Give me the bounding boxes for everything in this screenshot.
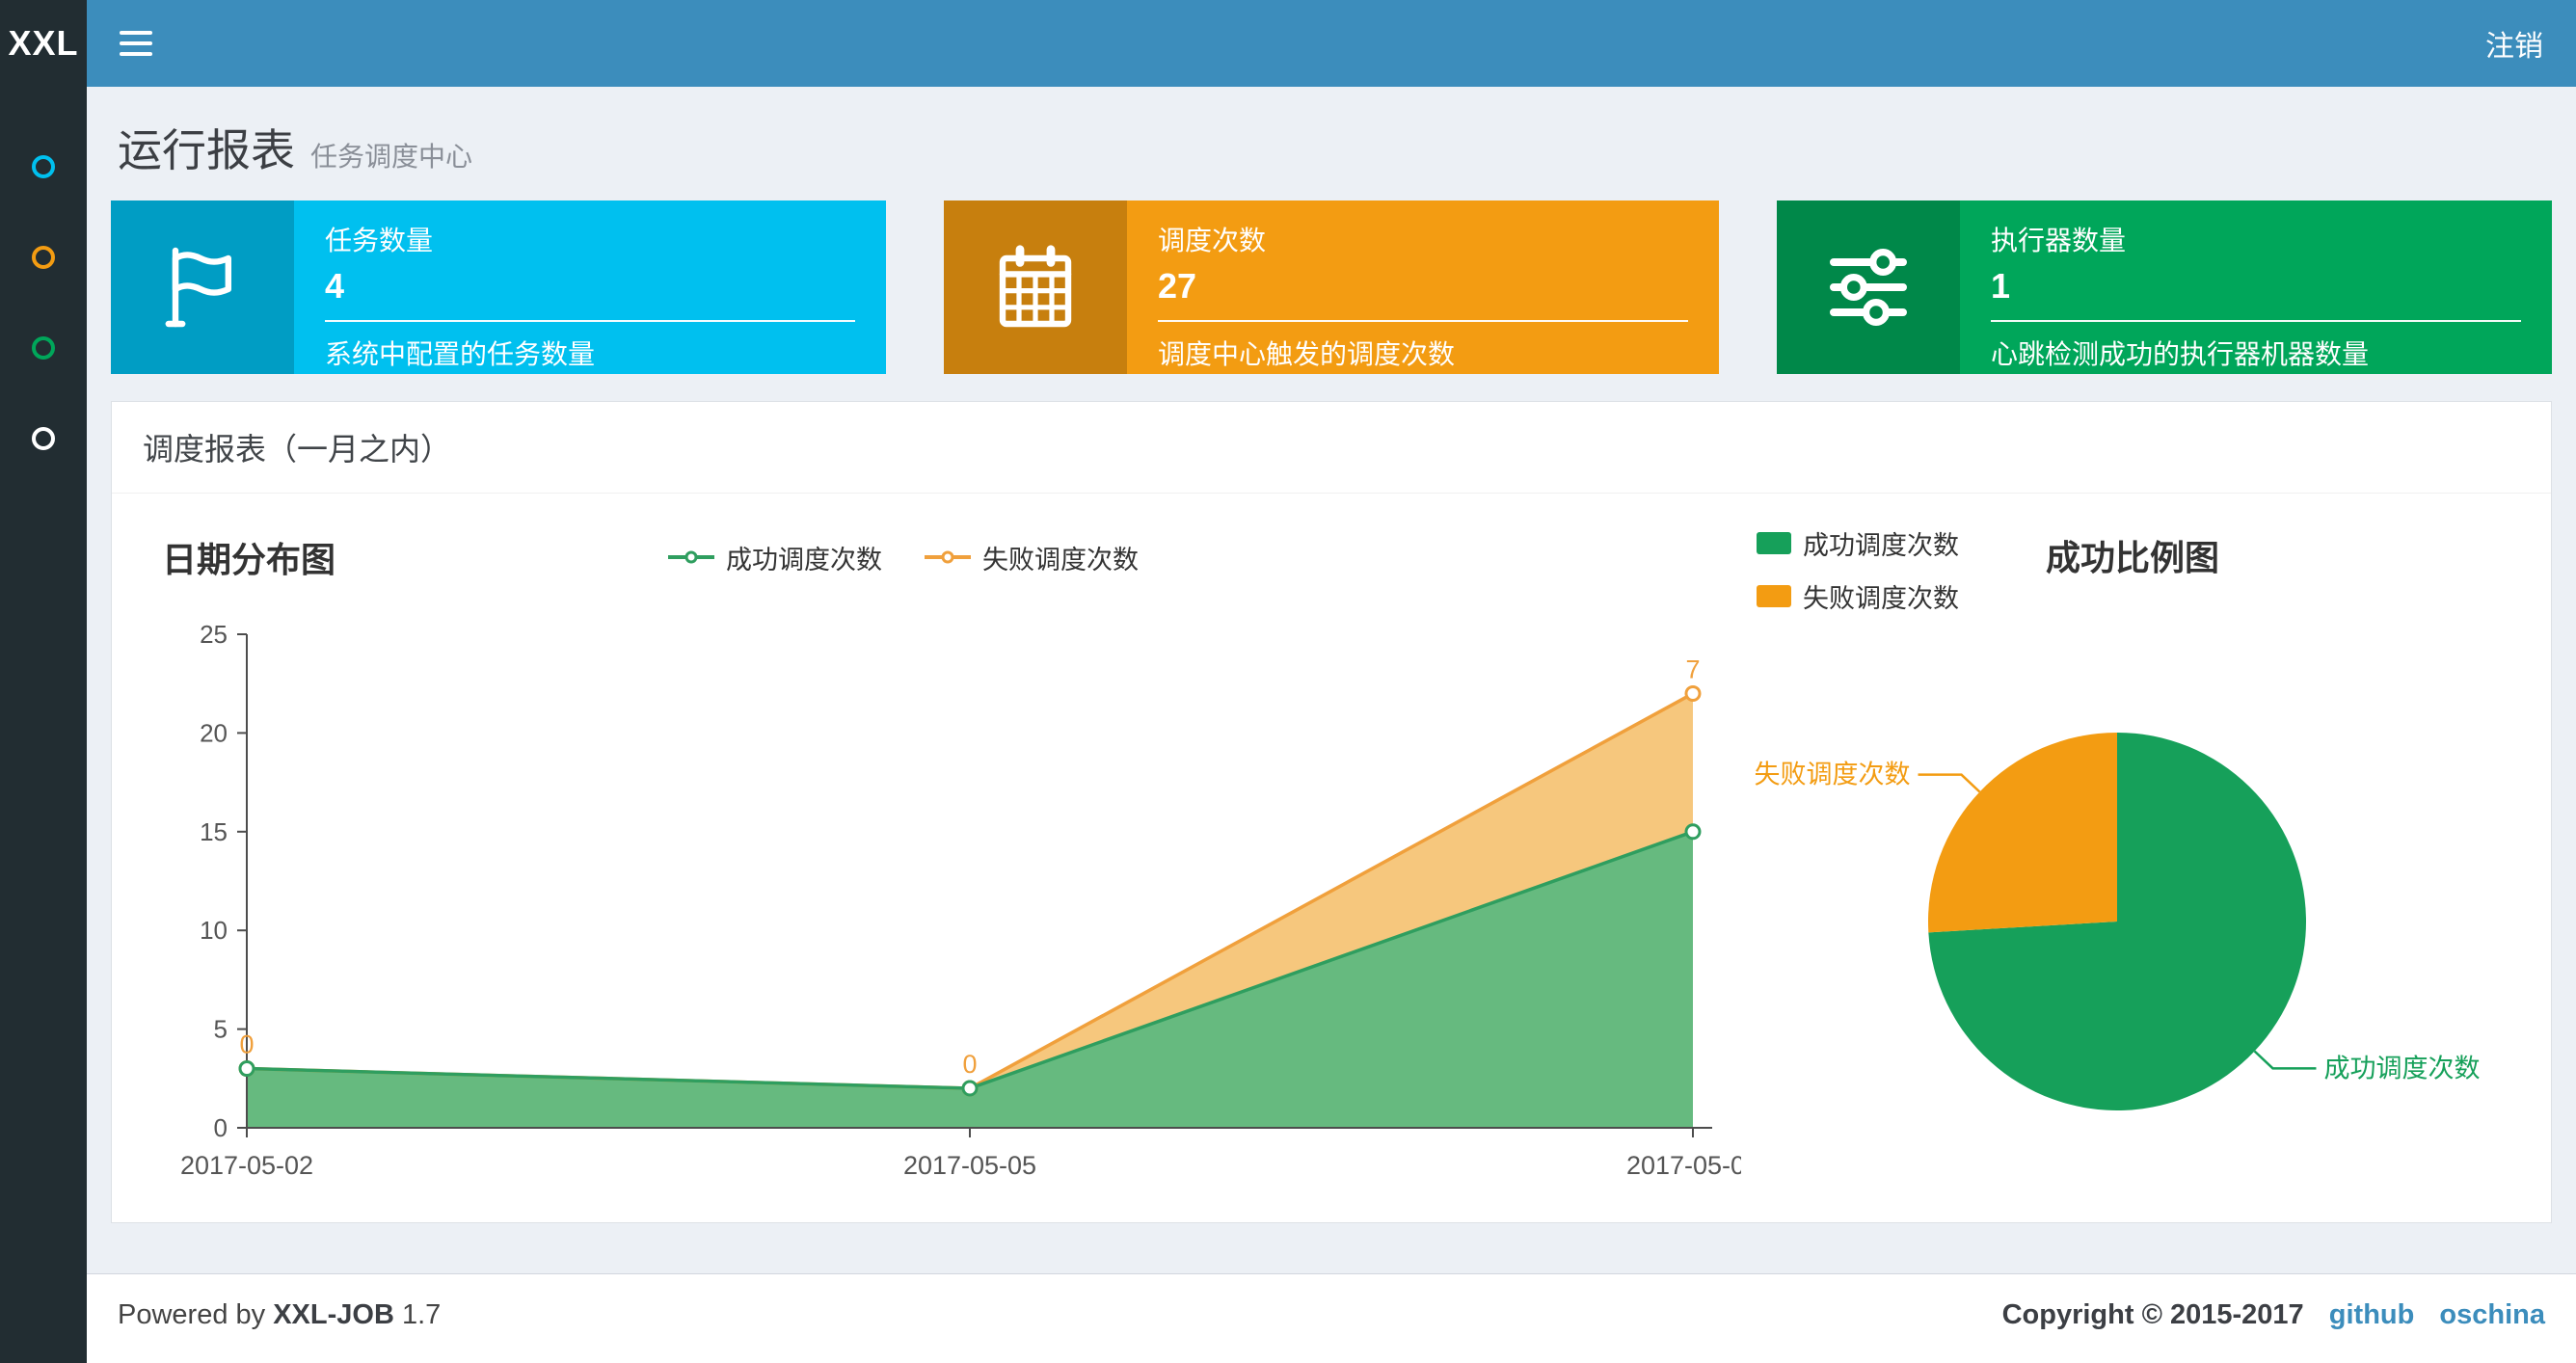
svg-text:0: 0 — [239, 1030, 254, 1059]
sidebar-item-2[interactable] — [0, 212, 87, 303]
copyright-text: Copyright © 2015-2017 — [2001, 1299, 2304, 1330]
sidebar-item-1[interactable] — [0, 121, 87, 212]
swatch-icon — [1757, 585, 1791, 607]
line-marker-icon — [925, 548, 971, 567]
stat-card-triggers: 调度次数 27 调度中心触发的调度次数 — [944, 200, 1719, 374]
svg-text:15: 15 — [200, 817, 228, 846]
top-navbar: XXL 注销 — [0, 0, 2576, 87]
card-value: 1 — [1991, 266, 2011, 306]
circle-icon — [32, 336, 55, 360]
svg-text:0: 0 — [214, 1113, 228, 1142]
svg-text:5: 5 — [214, 1015, 228, 1044]
svg-text:20: 20 — [200, 718, 228, 747]
logout-link[interactable]: 注销 — [2485, 22, 2543, 65]
svg-text:25: 25 — [200, 620, 228, 649]
svg-text:10: 10 — [200, 916, 228, 945]
svg-text:2017-05-02: 2017-05-02 — [180, 1151, 313, 1180]
powered-by-text: Powered by XXL-JOB 1.7 — [118, 1299, 442, 1330]
legend-label: 失败调度次数 — [1803, 584, 1959, 613]
svg-text:2017-05-08: 2017-05-08 — [1626, 1151, 1741, 1180]
card-description: 调度中心触发的调度次数 — [1158, 339, 1456, 369]
legend-item-success[interactable]: 成功调度次数 — [668, 539, 882, 576]
line-chart-legend: 成功调度次数 失败调度次数 — [668, 539, 1139, 576]
sliders-icon — [1777, 200, 1960, 374]
card-title: 任务数量 — [325, 226, 434, 255]
stat-cards-row: 任务数量 4 系统中配置的任务数量 调度次数 27 调度中心触发的调度次数 执行… — [87, 200, 2576, 374]
report-panel: 调度报表（一月之内） 日期分布图 成功调度次数 失败调度次数 0 5 10 15… — [111, 401, 2552, 1223]
svg-text:成功调度次数: 成功调度次数 — [2323, 1054, 2480, 1082]
sidebar-item-4[interactable] — [0, 393, 87, 484]
circle-icon — [32, 246, 55, 269]
stat-card-executors: 执行器数量 1 心跳检测成功的执行器机器数量 — [1777, 200, 2552, 374]
panel-title: 调度报表（一月之内） — [112, 402, 2551, 494]
pie-chart-section: 成功调度次数 失败调度次数 成功比例图 成功调度次数 失败调度次数 — [1741, 519, 2524, 1213]
legend-item-fail[interactable]: 失败调度次数 — [1757, 577, 1959, 615]
circle-icon — [32, 155, 55, 178]
sidebar-item-3[interactable] — [0, 303, 87, 393]
date-distribution-chart: 05101520252017-05-022017-05-052017-05-08… — [180, 620, 1741, 1180]
line-marker-icon — [668, 548, 714, 567]
pie-chart-legend: 成功调度次数 失败调度次数 — [1757, 524, 1959, 615]
legend-label: 成功调度次数 — [1803, 531, 1959, 560]
legend-label: 成功调度次数 — [726, 545, 882, 575]
footer: Powered by XXL-JOB 1.7 Copyright © 2015-… — [87, 1273, 2576, 1363]
card-description: 心跳检测成功的执行器机器数量 — [1991, 339, 2370, 369]
pie-chart-title: 成功比例图 — [2046, 538, 2220, 577]
stat-card-jobs: 任务数量 4 系统中配置的任务数量 — [111, 200, 886, 374]
menu-icon — [120, 31, 152, 35]
svg-text:7: 7 — [1685, 655, 1700, 683]
card-description: 系统中配置的任务数量 — [325, 339, 596, 369]
oschina-link[interactable]: oschina — [2439, 1299, 2545, 1330]
sidebar — [0, 87, 87, 1363]
svg-text:失败调度次数: 失败调度次数 — [1755, 761, 1911, 789]
card-divider — [1991, 320, 2521, 322]
legend-item-success[interactable]: 成功调度次数 — [1757, 524, 1959, 562]
app-logo[interactable]: XXL — [0, 0, 87, 87]
line-chart-section: 日期分布图 成功调度次数 失败调度次数 0 5 10 15 20 25 2017… — [141, 519, 1741, 1213]
swatch-icon — [1757, 532, 1791, 554]
sidebar-toggle-button[interactable] — [120, 31, 152, 56]
github-link[interactable]: github — [2329, 1299, 2415, 1330]
card-divider — [325, 320, 855, 322]
legend-item-fail[interactable]: 失败调度次数 — [925, 539, 1139, 576]
content-header: 运行报表 任务调度中心 — [87, 87, 2576, 200]
card-value: 4 — [325, 266, 345, 306]
svg-text:2017-05-05: 2017-05-05 — [903, 1151, 1036, 1180]
calendar-icon — [944, 200, 1127, 374]
card-value: 27 — [1158, 266, 1197, 306]
card-divider — [1158, 320, 1688, 322]
page-title: 运行报表 — [118, 125, 295, 175]
line-chart-title: 日期分布图 — [162, 540, 336, 579]
card-title: 调度次数 — [1158, 226, 1267, 255]
flag-icon — [111, 200, 294, 374]
page-subtitle: 任务调度中心 — [310, 142, 473, 172]
main-content: 运行报表 任务调度中心 任务数量 4 系统中配置的任务数量 调度次数 27 调度… — [87, 87, 2576, 1363]
card-title: 执行器数量 — [1991, 226, 2127, 255]
svg-text:0: 0 — [962, 1050, 977, 1079]
legend-label: 失败调度次数 — [982, 545, 1139, 575]
success-ratio-chart: 成功调度次数 失败调度次数 — [1755, 733, 2480, 1110]
circle-icon — [32, 427, 55, 450]
